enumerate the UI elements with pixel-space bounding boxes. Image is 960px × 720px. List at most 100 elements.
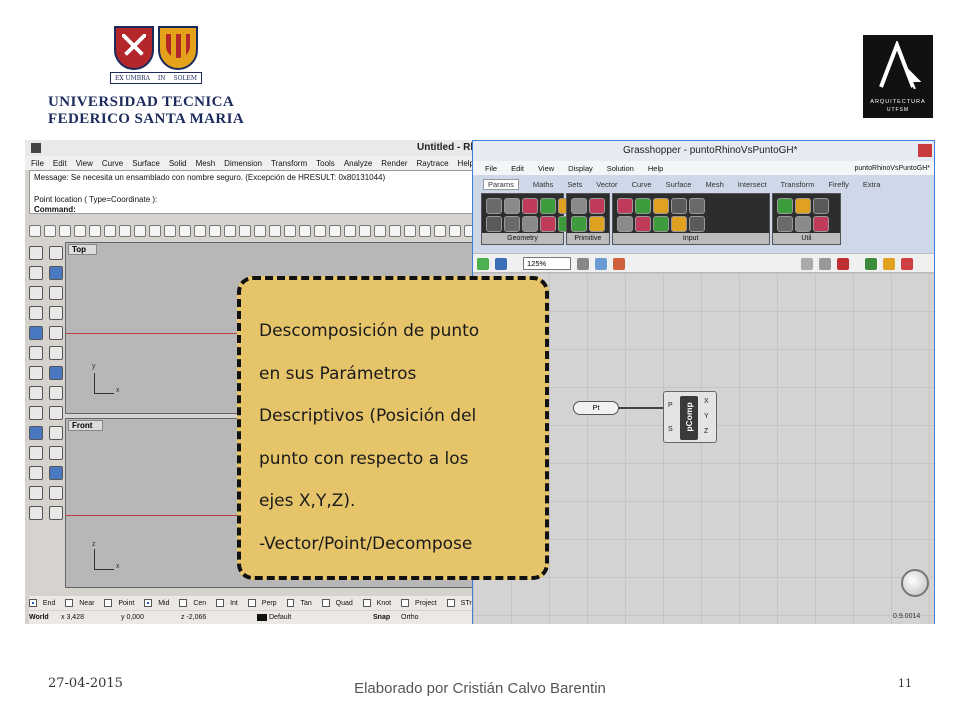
toolbar-button-icon[interactable]	[179, 225, 191, 237]
gh-close-icon[interactable]	[918, 144, 932, 157]
tool-button-icon[interactable]	[29, 306, 43, 320]
component-icon[interactable]	[652, 198, 669, 214]
component-icon[interactable]	[589, 198, 606, 214]
tool-button-icon[interactable]	[49, 446, 63, 460]
tool-button-icon[interactable]	[49, 506, 63, 520]
toolbar-button-icon[interactable]	[269, 225, 281, 237]
component-icon[interactable]	[670, 198, 687, 214]
component-icon[interactable]	[589, 216, 606, 232]
rhino-menu-mesh[interactable]: Mesh	[196, 159, 216, 168]
gh-menu-solution[interactable]: Solution	[607, 164, 634, 173]
preview-wire-icon[interactable]	[801, 258, 813, 270]
component-icon[interactable]	[688, 216, 705, 232]
tool-button-icon[interactable]	[29, 326, 43, 340]
gh-menu-file[interactable]: File	[485, 164, 497, 173]
snap-checkbox-knot[interactable]	[362, 599, 371, 607]
component-icon[interactable]	[571, 198, 588, 214]
toolbar-button-icon[interactable]	[389, 225, 401, 237]
rhino-command-area[interactable]: Message: Se necesita un ensamblado con n…	[29, 170, 479, 214]
tab-vector[interactable]: Vector	[596, 180, 617, 189]
tool-button-icon[interactable]	[49, 326, 63, 340]
tool-button-icon[interactable]	[49, 246, 63, 260]
toolbar-button-icon[interactable]	[134, 225, 146, 237]
toolbar-button-icon[interactable]	[74, 225, 86, 237]
tab-extra[interactable]: Extra	[863, 180, 881, 189]
tool-button-icon[interactable]	[29, 266, 43, 280]
toolbar-button-icon[interactable]	[104, 225, 116, 237]
component-icon[interactable]	[571, 216, 588, 232]
rhino-menu-file[interactable]: File	[31, 159, 44, 168]
snap-checkbox-int[interactable]	[216, 599, 225, 607]
component-icon[interactable]	[522, 198, 538, 214]
tab-curve[interactable]: Curve	[632, 180, 652, 189]
snap-checkbox-tan[interactable]	[286, 599, 295, 607]
bake-icon[interactable]	[901, 258, 913, 270]
rhino-menu-transform[interactable]: Transform	[271, 159, 307, 168]
component-icon[interactable]	[688, 198, 705, 214]
rhino-menu-dimension[interactable]: Dimension	[224, 159, 262, 168]
gh-doc-name[interactable]: puntoRhinoVsPuntoGH*	[855, 165, 931, 172]
component-icon[interactable]	[812, 198, 829, 214]
tool-button-icon[interactable]	[49, 266, 63, 280]
tab-surface[interactable]: Surface	[666, 180, 692, 189]
tool-button-icon[interactable]	[49, 386, 63, 400]
tool-button-icon[interactable]	[29, 426, 43, 440]
color-icon[interactable]	[883, 258, 895, 270]
tab-transform[interactable]: Transform	[781, 180, 815, 189]
gh-menu-edit[interactable]: Edit	[511, 164, 524, 173]
gh-menu-view[interactable]: View	[538, 164, 554, 173]
tab-mesh[interactable]: Mesh	[705, 180, 723, 189]
toolbar-button-icon[interactable]	[374, 225, 386, 237]
tool-button-icon[interactable]	[29, 246, 43, 260]
input-p[interactable]: P	[668, 402, 673, 409]
input-s[interactable]: S	[668, 426, 673, 433]
status-cplane[interactable]: World	[29, 614, 61, 621]
component-icon[interactable]	[634, 216, 651, 232]
tool-button-icon[interactable]	[49, 306, 63, 320]
point-param-node[interactable]: Pt	[573, 401, 619, 415]
zoom-select[interactable]: 125%	[523, 257, 571, 270]
component-icon[interactable]	[522, 216, 538, 232]
tool-button-icon[interactable]	[29, 466, 43, 480]
tab-params[interactable]: Params	[483, 178, 519, 190]
rhino-menu-solid[interactable]: Solid	[169, 159, 187, 168]
toolbar-button-icon[interactable]	[284, 225, 296, 237]
component-icon[interactable]	[540, 198, 556, 214]
component-icon[interactable]	[670, 216, 687, 232]
component-icon[interactable]	[616, 216, 633, 232]
component-icon[interactable]	[776, 216, 793, 232]
navigation-dial-icon[interactable]	[901, 569, 929, 597]
tool-button-icon[interactable]	[49, 486, 63, 500]
toolbar-button-icon[interactable]	[344, 225, 356, 237]
toolbar-button-icon[interactable]	[164, 225, 176, 237]
component-icon[interactable]	[634, 198, 651, 214]
tab-sets[interactable]: Sets	[567, 180, 582, 189]
tool-button-icon[interactable]	[29, 406, 43, 420]
toolbar-button-icon[interactable]	[404, 225, 416, 237]
tool-button-icon[interactable]	[49, 366, 63, 380]
component-icon[interactable]	[616, 198, 633, 214]
viewport-top-label[interactable]: Top	[68, 244, 98, 255]
output-z[interactable]: Z	[704, 428, 708, 435]
status-ortho[interactable]: Ortho	[401, 614, 429, 621]
display-icon[interactable]	[865, 258, 877, 270]
rhino-menu-surface[interactable]: Surface	[132, 159, 160, 168]
toolbar-button-icon[interactable]	[224, 225, 236, 237]
toolbar-button-icon[interactable]	[329, 225, 341, 237]
snap-checkbox-point[interactable]	[104, 599, 113, 607]
rhino-menu-view[interactable]: View	[76, 159, 93, 168]
component-icon[interactable]	[486, 216, 502, 232]
component-icon[interactable]	[540, 216, 556, 232]
toolbar-button-icon[interactable]	[434, 225, 446, 237]
preview-eye-icon[interactable]	[595, 258, 607, 270]
tool-button-icon[interactable]	[49, 346, 63, 360]
tab-maths[interactable]: Maths	[533, 180, 553, 189]
toolbar-button-icon[interactable]	[194, 225, 206, 237]
component-icon[interactable]	[794, 198, 811, 214]
tab-intersect[interactable]: Intersect	[738, 180, 767, 189]
rhino-menu-curve[interactable]: Curve	[102, 159, 123, 168]
component-icon[interactable]	[812, 216, 829, 232]
tool-button-icon[interactable]	[49, 466, 63, 480]
snap-checkbox-perp[interactable]	[247, 599, 256, 607]
toolbar-button-icon[interactable]	[239, 225, 251, 237]
